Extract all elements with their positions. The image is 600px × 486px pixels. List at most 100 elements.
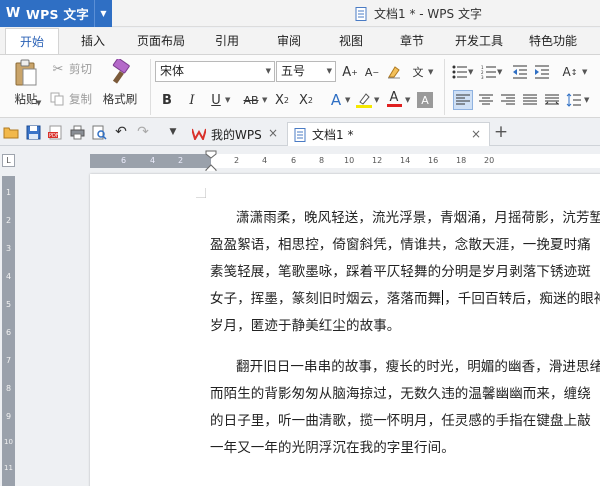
shrink-font-icon[interactable]: A − bbox=[362, 62, 382, 82]
tab-special-features[interactable]: 特色功能 bbox=[522, 28, 584, 55]
copy-button[interactable]: 复制 bbox=[50, 91, 92, 107]
window-title: 文档1 * - WPS 文字 bbox=[355, 5, 482, 22]
paragraph-line[interactable]: 一年又一年的光阴浮沉在我的字里行间。 bbox=[210, 436, 455, 456]
distributed-align-icon[interactable] bbox=[542, 90, 562, 110]
paragraph-line[interactable]: 盈盈絮语，相思控，倚窗斜凭，情谁共，念散天涯，一挽夏时痛 bbox=[210, 233, 591, 253]
new-tab-icon[interactable]: + bbox=[492, 122, 510, 142]
align-center-icon[interactable] bbox=[476, 90, 496, 110]
tab-home[interactable]: 开始 bbox=[5, 28, 59, 55]
font-size-select[interactable]: 五号 ▼ bbox=[276, 61, 336, 82]
svg-text:PDF: PDF bbox=[49, 133, 59, 139]
paragraph-line[interactable]: 翻开旧日一串串的故事，瘦长的时光，明媚的幽香，滑进思绪 bbox=[236, 355, 600, 375]
chevron-down-icon[interactable]: ▼ bbox=[428, 68, 433, 76]
highlight-icon[interactable] bbox=[354, 90, 374, 110]
paragraph-line[interactable]: 的日子里，听一曲清歌，揽一怀明月，任灵感的手指在键盘上敲 bbox=[210, 409, 591, 429]
text-before-cursor: 女子，挥墨，篆刻旧时烟云，落落而舞 bbox=[210, 291, 442, 307]
paste-icon bbox=[15, 59, 37, 86]
tab-stop-selector[interactable]: L bbox=[2, 154, 15, 167]
numbered-list-icon[interactable]: 123 bbox=[479, 62, 499, 82]
justify-icon[interactable] bbox=[520, 90, 540, 110]
decrease-indent-icon[interactable] bbox=[510, 62, 530, 82]
margin-mark-icon bbox=[196, 188, 206, 198]
ruler-row: L 6 4 2 2 4 6 8 10 12 14 16 18 20 bbox=[0, 147, 600, 174]
ruler-tick: 18 bbox=[456, 156, 467, 165]
paragraph-line[interactable]: 潇潇雨柔，晚风轻送，流光浮景，青烟涌，月摇荷影，沆芳堑 bbox=[236, 206, 600, 226]
grow-font-icon[interactable]: A + bbox=[340, 62, 360, 82]
horizontal-ruler[interactable]: 6 4 2 2 4 6 8 10 12 14 16 18 20 bbox=[90, 154, 600, 168]
tab-references[interactable]: 引用 bbox=[204, 28, 250, 55]
ruler-tick: 4 bbox=[262, 156, 268, 165]
paragraph-line[interactable]: 岁月，匿迹于静美红尘的故事。 bbox=[210, 314, 400, 334]
tab-view[interactable]: 视图 bbox=[328, 28, 374, 55]
italic-icon[interactable]: I bbox=[182, 90, 202, 110]
document-icon bbox=[355, 6, 367, 21]
document-icon bbox=[294, 127, 306, 142]
tab-chapter[interactable]: 章节 bbox=[389, 28, 435, 55]
paragraph-line[interactable]: 而陌生的背影匆匆从脑海掠过，无数久违的温馨幽幽而来，缠绕 bbox=[210, 382, 591, 402]
chevron-down-icon[interactable]: ▼ bbox=[584, 96, 589, 104]
subscript-icon[interactable]: X2 bbox=[296, 90, 316, 110]
underline-icon[interactable]: U bbox=[206, 90, 226, 110]
character-scaling-icon[interactable]: A ↕ bbox=[560, 62, 580, 82]
format-painter-button[interactable]: 格式刷 bbox=[100, 59, 140, 113]
wps-writer-window: W WPS 文字 ▼ 文档1 * - WPS 文字 开始 插入 页面布局 引用 … bbox=[0, 0, 600, 486]
paste-dropdown-icon[interactable]: ▼ bbox=[36, 99, 41, 107]
cut-button[interactable]: ✂ 剪切 bbox=[50, 61, 92, 77]
app-menu-dropdown-icon[interactable]: ▼ bbox=[94, 0, 112, 27]
save-icon[interactable] bbox=[24, 123, 42, 141]
align-right-icon[interactable] bbox=[498, 90, 518, 110]
print-icon[interactable] bbox=[68, 123, 86, 141]
font-name-select[interactable]: 宋体 ▼ bbox=[155, 61, 275, 82]
format-painter-label: 格式刷 bbox=[102, 92, 138, 106]
tab-review[interactable]: 审阅 bbox=[266, 28, 312, 55]
clear-format-icon[interactable] bbox=[384, 62, 404, 82]
print-preview-icon[interactable] bbox=[90, 123, 108, 141]
app-menu-button[interactable]: W WPS 文字 ▼ bbox=[0, 0, 112, 27]
character-shading-icon[interactable]: A bbox=[417, 92, 433, 108]
paragraph-line-with-cursor[interactable]: 女子，挥墨，篆刻旧时烟云，落落而舞 ，千回百转后，痴迷的眼神 bbox=[210, 287, 600, 307]
chevron-down-icon[interactable]: ▼ bbox=[345, 96, 350, 104]
align-left-icon[interactable] bbox=[453, 90, 473, 110]
tab-page-layout[interactable]: 页面布局 bbox=[128, 28, 194, 55]
paste-label: 粘贴 bbox=[14, 92, 38, 106]
ruler-tick: 8 bbox=[5, 384, 12, 393]
chevron-down-icon[interactable]: ▼ bbox=[405, 96, 410, 104]
cut-label: 剪切 bbox=[69, 62, 92, 76]
line-spacing-icon[interactable] bbox=[564, 90, 584, 110]
bullet-list-icon[interactable] bbox=[450, 62, 470, 82]
tab-insert[interactable]: 插入 bbox=[68, 28, 118, 55]
doc-tab-document1[interactable]: 文档1 * × bbox=[287, 122, 490, 146]
chevron-down-icon[interactable]: ▼ bbox=[225, 96, 230, 104]
chevron-down-icon[interactable]: ▼ bbox=[374, 96, 379, 104]
customize-toolbar-icon[interactable]: ▼ bbox=[164, 123, 182, 141]
ruler-tick: 3 bbox=[5, 244, 12, 253]
bold-icon[interactable]: B bbox=[157, 90, 177, 110]
ruler-tick: 4 bbox=[150, 156, 156, 165]
strikethrough-icon[interactable]: AB bbox=[238, 90, 264, 110]
pinyin-guide-icon[interactable]: 文 bbox=[408, 62, 428, 82]
open-folder-icon[interactable] bbox=[2, 123, 20, 141]
ruler-tick: 10 bbox=[4, 438, 13, 446]
chevron-down-icon: ▼ bbox=[265, 67, 271, 75]
redo-icon[interactable]: ↷ bbox=[134, 123, 152, 141]
text-effects-icon[interactable]: A bbox=[326, 90, 346, 110]
undo-icon[interactable]: ↶ bbox=[112, 123, 130, 141]
export-pdf-icon[interactable]: PDF bbox=[46, 123, 64, 141]
font-color-icon[interactable]: A bbox=[384, 89, 404, 109]
document-page[interactable]: 潇潇雨柔，晚风轻送，流光浮景，青烟涌，月摇荷影，沆芳堑 盈盈絮语，相思控，倚窗斜… bbox=[90, 174, 600, 486]
close-icon[interactable]: × bbox=[268, 126, 278, 140]
document-canvas: 潇潇雨柔，晚风轻送，流光浮景，青烟涌，月摇荷影，沆芳堑 盈盈絮语，相思控，倚窗斜… bbox=[17, 171, 600, 486]
superscript-icon[interactable]: X2 bbox=[272, 90, 292, 110]
chevron-down-icon[interactable]: ▼ bbox=[468, 68, 473, 76]
chevron-down-icon[interactable]: ▼ bbox=[582, 68, 587, 76]
tab-developer-tools[interactable]: 开发工具 bbox=[448, 28, 510, 55]
doc-tab-my-wps[interactable]: 我的WPS × bbox=[186, 122, 286, 146]
vertical-ruler[interactable]: 1 2 3 4 5 6 7 8 9 10 11 bbox=[2, 176, 15, 486]
app-name: WPS 文字 bbox=[26, 7, 90, 22]
paragraph-line[interactable]: 素笺轻展，笔歌墨咏，踩着平仄轻舞的分明是岁月剥落下锈迹斑 bbox=[210, 260, 591, 280]
chevron-down-icon[interactable]: ▼ bbox=[497, 68, 502, 76]
copy-label: 复制 bbox=[69, 92, 92, 106]
chevron-down-icon[interactable]: ▼ bbox=[262, 96, 267, 104]
increase-indent-icon[interactable] bbox=[532, 62, 552, 82]
close-icon[interactable]: × bbox=[471, 127, 481, 141]
